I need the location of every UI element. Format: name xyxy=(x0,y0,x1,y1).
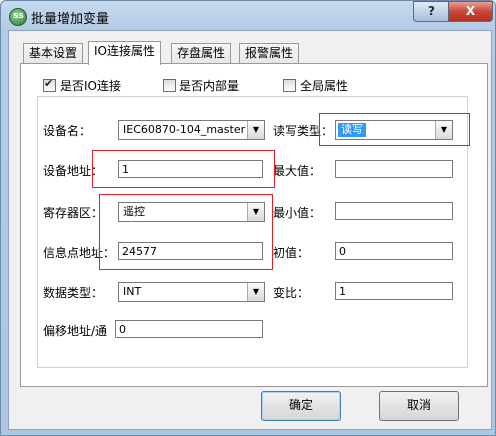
close-button[interactable]: X xyxy=(448,1,493,22)
app-icon: ss xyxy=(9,8,27,26)
ok-button[interactable]: 确定 xyxy=(261,391,341,421)
highlight-device-addr xyxy=(92,150,275,188)
highlight-register-info xyxy=(99,194,273,270)
global-checkbox[interactable] xyxy=(283,79,296,92)
io-settings-panel: 是否IO连接 是否内部量 全局属性 设备名： IEC60870-104_mast… xyxy=(20,63,488,387)
tab-io-connect[interactable]: IO连接属性 xyxy=(88,41,161,65)
max-value-input[interactable] xyxy=(335,160,453,178)
title-bar[interactable]: ss 批量增加变量 ? X xyxy=(1,1,495,30)
chevron-down-icon: ▼ xyxy=(247,121,264,139)
min-value-label: 最小值： xyxy=(273,206,322,220)
window-title: 批量增加变量 xyxy=(31,12,110,27)
highlight-rw-type xyxy=(319,113,470,146)
dialog-client: 基本设置 IO连接属性 存盘属性 报警属性 是否IO连接 是否内部量 全局属性 … xyxy=(8,30,492,430)
dialog-window: ss 批量增加变量 ? X 基本设置 IO连接属性 存盘属性 报警属性 是否IO… xyxy=(0,0,496,436)
tab-alarm[interactable]: 报警属性 xyxy=(239,43,300,64)
help-button[interactable]: ? xyxy=(413,1,450,22)
cancel-button[interactable]: 取消 xyxy=(379,391,459,421)
init-value-label: 初值： xyxy=(273,246,310,260)
min-value-input[interactable] xyxy=(335,202,453,220)
global-label: 全局属性 xyxy=(300,79,349,93)
max-value-label: 最大值： xyxy=(273,164,322,178)
internal-label: 是否内部量 xyxy=(179,79,240,93)
data-type-value: INT xyxy=(123,285,142,298)
internal-checkbox[interactable] xyxy=(163,79,176,92)
io-connect-checkbox[interactable] xyxy=(43,77,56,92)
data-type-label: 数据类型： xyxy=(43,286,104,300)
chevron-down-icon: ▼ xyxy=(247,283,264,301)
device-name-label: 设备名： xyxy=(43,124,92,138)
ratio-input[interactable]: 1 xyxy=(335,282,453,300)
offset-label: 偏移地址/通 xyxy=(43,324,108,338)
tab-storage[interactable]: 存盘属性 xyxy=(171,43,232,64)
offset-input[interactable]: 0 xyxy=(115,320,263,338)
ratio-label: 变比： xyxy=(273,286,310,300)
io-connect-label: 是否IO连接 xyxy=(60,79,121,93)
device-name-select[interactable]: IEC60870-104_master ▼ xyxy=(118,120,265,140)
device-name-value: IEC60870-104_master xyxy=(123,123,246,136)
register-label: 寄存器区： xyxy=(43,206,104,220)
data-type-select[interactable]: INT ▼ xyxy=(118,282,265,302)
init-value-input[interactable]: 0 xyxy=(335,242,453,260)
tab-basic[interactable]: 基本设置 xyxy=(23,43,84,64)
